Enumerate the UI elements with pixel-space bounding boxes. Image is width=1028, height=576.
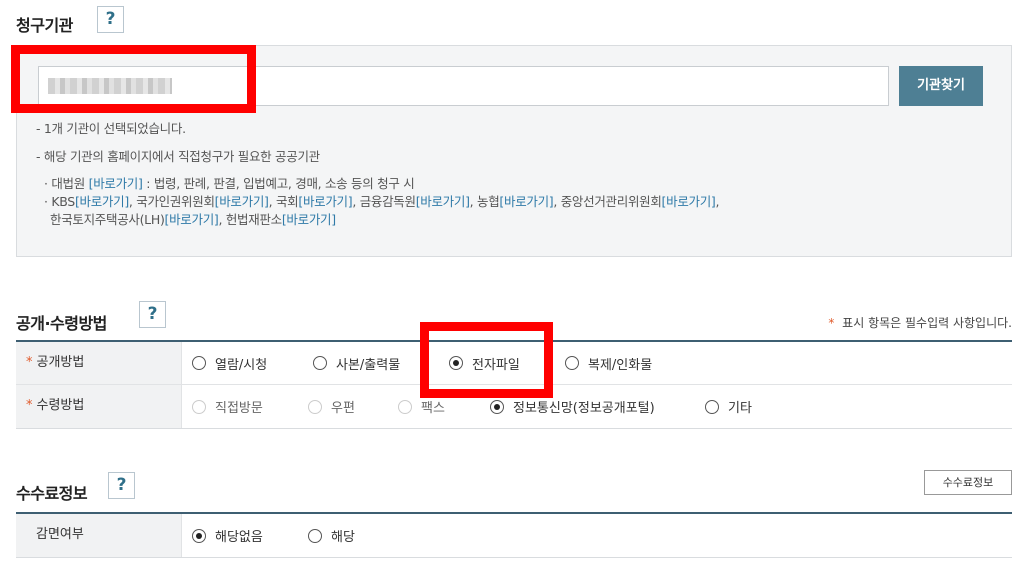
required-star: * <box>828 316 835 330</box>
radio-option-mail[interactable]: 우편 <box>308 385 355 428</box>
radio-option-copy[interactable]: 사본/출력물 <box>313 342 400 384</box>
disclosure-section-title: 공개·수령방법 <box>16 314 107 333</box>
agency-link-nh[interactable]: [바로가기] <box>499 194 553 209</box>
radio-circle[interactable] <box>308 528 322 543</box>
option-label: 복제/인화물 <box>588 357 653 373</box>
direct-request-note: - 해당 기관의 홈페이지에서 직접청구가 필요한 공공기관 <box>36 149 320 164</box>
row-label: * 공개방법 <box>16 342 182 384</box>
option-label: 팩스 <box>421 401 445 416</box>
required-fields-note: * 표시 항목은 필수입력 사항입니다. <box>828 314 1012 331</box>
radio-option-reproduction[interactable]: 복제/인화물 <box>565 342 652 384</box>
separator: , <box>715 194 720 209</box>
agency-name: , 헌법재판소 <box>218 212 283 227</box>
fee-exemption-label: 감면여부 <box>16 514 182 557</box>
fee-info-button[interactable]: 수수료정보 <box>924 470 1012 495</box>
row-label: * 수령방법 <box>16 385 182 428</box>
disclosure-method-label: 공개방법 <box>36 355 85 370</box>
agency-section-title: 청구기관 <box>16 16 73 35</box>
radio-circle-checked[interactable] <box>192 528 206 543</box>
agency-link-kbs[interactable]: [바로가기] <box>75 194 129 209</box>
agency-link-human-rights[interactable]: [바로가기] <box>215 194 269 209</box>
fee-help-button[interactable]: ? <box>108 472 135 499</box>
radio-circle-disabled[interactable] <box>398 399 412 414</box>
option-label: 열람/시청 <box>215 357 268 373</box>
agency-link-nec[interactable]: [바로가기] <box>662 194 716 209</box>
agency-links-line: · KBS[바로가기], 국가인권위원회[바로가기], 국회[바로가기], 금융… <box>44 191 719 210</box>
annotation-highlight-electronic-file <box>420 322 553 398</box>
agency-links-line-2: 한국토지주택공사(LH)[바로가기], 헌법재판소[바로가기] <box>50 209 336 228</box>
option-label: 해당없음 <box>215 530 263 545</box>
fee-table: 감면여부 해당없음 해당 <box>16 512 1012 558</box>
radio-circle[interactable] <box>705 399 719 414</box>
radio-circle[interactable] <box>565 356 579 370</box>
selected-count-note: - 1개 기관이 선택되었습니다. <box>36 121 186 136</box>
agency-link-lh[interactable]: [바로가기] <box>165 212 219 227</box>
supreme-court-link[interactable]: [바로가기] <box>89 176 143 191</box>
radio-circle-checked[interactable] <box>490 399 504 414</box>
disclosure-help-button[interactable]: ? <box>139 301 166 328</box>
option-label: 해당 <box>331 530 355 545</box>
find-agency-button[interactable]: 기관찾기 <box>899 66 983 106</box>
agency-name: , 국가인권위원회 <box>128 194 215 209</box>
radio-circle[interactable] <box>313 356 327 370</box>
supreme-court-line: · 대법원 [바로가기] : 법령, 판례, 판결, 입법예고, 경매, 소송 … <box>44 173 415 192</box>
agency-name: , 중앙선거관리위원회 <box>553 194 662 209</box>
required-note-text: 표시 항목은 필수입력 사항입니다. <box>838 316 1012 330</box>
radio-circle[interactable] <box>192 356 206 370</box>
option-label: 우편 <box>331 401 355 416</box>
radio-option-visit[interactable]: 직접방문 <box>192 385 263 428</box>
option-label: 직접방문 <box>215 401 263 416</box>
agency-link-fss[interactable]: [바로가기] <box>416 194 470 209</box>
agency-link-constitutional-court[interactable]: [바로가기] <box>282 212 336 227</box>
radio-option-applicable[interactable]: 해당 <box>308 514 355 557</box>
option-label: 정보통신망(정보공개포털) <box>513 401 655 416</box>
agency-name: 한국토지주택공사(LH) <box>50 212 165 227</box>
radio-option-other[interactable]: 기타 <box>705 385 752 428</box>
radio-option-not-applicable[interactable]: 해당없음 <box>192 514 263 557</box>
supreme-court-label: · 대법원 <box>44 176 89 191</box>
fee-section-title: 수수료정보 <box>16 484 88 503</box>
option-label: 기타 <box>728 401 752 416</box>
radio-option-viewing[interactable]: 열람/시청 <box>192 342 267 384</box>
agency-name: · KBS <box>44 194 75 209</box>
agency-link-assembly[interactable]: [바로가기] <box>298 194 352 209</box>
agency-help-button[interactable]: ? <box>97 6 124 33</box>
receipt-method-label: 수령방법 <box>36 398 85 413</box>
radio-circle-disabled[interactable] <box>192 399 206 414</box>
fee-exemption-row: 감면여부 해당없음 해당 <box>16 514 1012 557</box>
option-label: 사본/출력물 <box>336 357 401 373</box>
agency-name: , 농협 <box>469 194 500 209</box>
annotation-highlight-agency <box>11 45 256 113</box>
radio-circle-disabled[interactable] <box>308 399 322 414</box>
agency-name: , 국회 <box>268 194 299 209</box>
agency-name: , 금융감독원 <box>352 194 416 209</box>
supreme-court-desc: : 법령, 판례, 판결, 입법예고, 경매, 소송 등의 청구 시 <box>142 176 415 191</box>
